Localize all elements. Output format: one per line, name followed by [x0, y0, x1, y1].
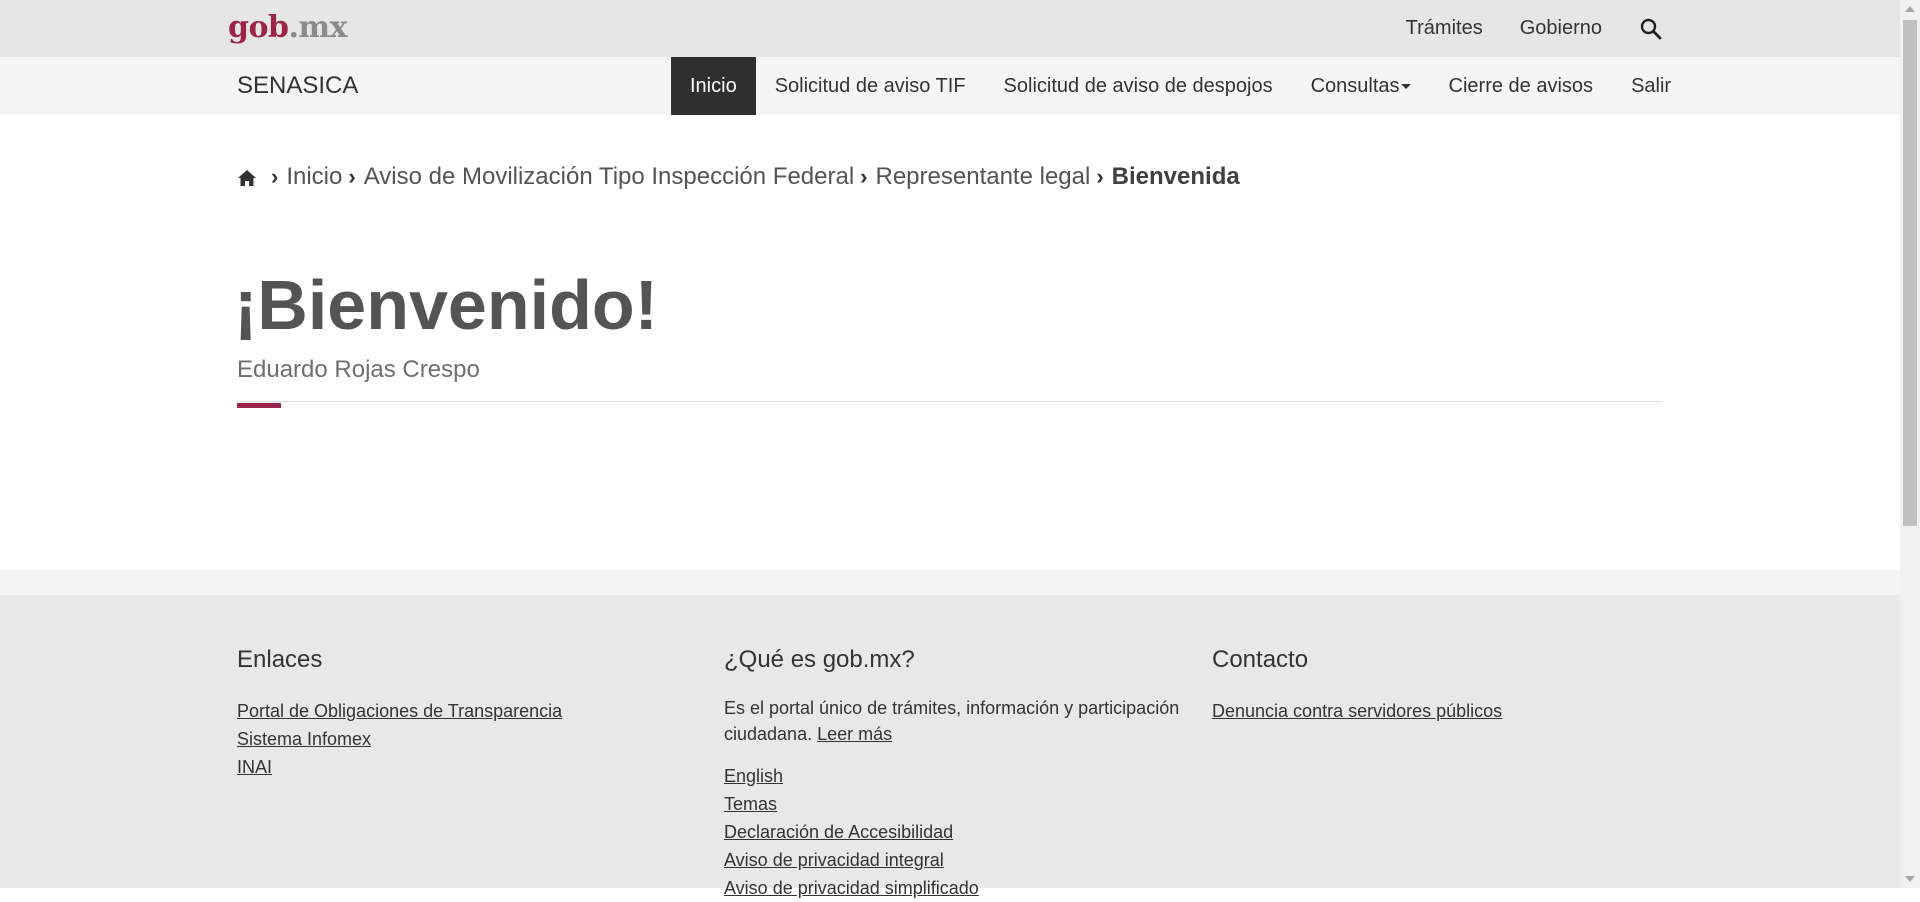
- logo-mx-text: .mx: [288, 10, 348, 45]
- footer-col-enlaces: Enlaces Portal de Obligaciones de Transp…: [237, 645, 562, 781]
- footer-col-contacto: Contacto Denuncia contra servidores públ…: [1212, 645, 1502, 725]
- app-brand[interactable]: SENASICA: [237, 57, 358, 115]
- nav-item-cierre-avisos[interactable]: Cierre de avisos: [1430, 57, 1613, 115]
- breadcrumb-item-aviso-movilizacion[interactable]: Aviso de Movilización Tipo Inspección Fe…: [364, 163, 854, 191]
- footer-col-que-es: ¿Qué es gob.mx? Es el portal único de tr…: [724, 645, 1184, 902]
- main-nav: Inicio Solicitud de aviso TIF Solicitud …: [671, 57, 1690, 115]
- footer-heading-contacto: Contacto: [1212, 646, 1309, 673]
- scrollbar[interactable]: [1900, 0, 1920, 888]
- footer-link-leer-mas[interactable]: Leer más: [817, 724, 892, 744]
- nav-item-inicio[interactable]: Inicio: [671, 57, 756, 115]
- page-title: ¡Bienvenido!: [234, 266, 658, 344]
- footer-link-transparencia[interactable]: Portal de Obligaciones de Transparencia: [237, 697, 562, 725]
- divider: [237, 401, 1662, 402]
- footer-link-accesibilidad[interactable]: Declaración de Accesibilidad: [724, 818, 1184, 846]
- footer-description: Es el portal único de trámites, informac…: [724, 697, 1184, 748]
- footer-link-infomex[interactable]: Sistema Infomex: [237, 725, 562, 753]
- breadcrumb-item-representante-legal[interactable]: Representante legal: [876, 163, 1091, 191]
- footer-link-denuncia[interactable]: Denuncia contra servidores públicos: [1212, 697, 1502, 725]
- footer-link-privacidad-simplificado[interactable]: Aviso de privacidad simplificado: [724, 874, 1184, 902]
- footer: Enlaces Portal de Obligaciones de Transp…: [0, 595, 1900, 898]
- gob-mx-logo[interactable]: gob.mx: [228, 8, 348, 48]
- chevron-right-icon: ›: [271, 164, 279, 189]
- footer-link-english[interactable]: English: [724, 762, 1184, 790]
- footer-description-text: Es el portal único de trámites, informac…: [724, 698, 1180, 744]
- home-icon[interactable]: [237, 167, 257, 187]
- gov-links: Trámites Gobierno: [1369, 0, 1663, 57]
- breadcrumb-item-inicio[interactable]: Inicio: [286, 163, 342, 191]
- caret-down-icon: [1400, 84, 1411, 90]
- chevron-right-icon: ›: [348, 164, 356, 189]
- nav-item-salir[interactable]: Salir: [1612, 57, 1690, 115]
- user-name: Eduardo Rojas Crespo: [237, 356, 480, 383]
- divider-accent: [237, 403, 281, 408]
- nav-item-consultas[interactable]: Consultas: [1292, 57, 1430, 115]
- nav-item-consultas-label: Consultas: [1310, 75, 1400, 97]
- chevron-right-icon: ›: [860, 164, 868, 189]
- scroll-up-icon[interactable]: [1905, 6, 1915, 12]
- gov-link-tramites[interactable]: Trámites: [1406, 17, 1483, 40]
- app-nav-bar: SENASICA Inicio Solicitud de aviso TIF S…: [0, 57, 1900, 115]
- gov-link-gobierno[interactable]: Gobierno: [1520, 17, 1602, 40]
- footer-link-inai[interactable]: INAI: [237, 753, 562, 781]
- footer-link-temas[interactable]: Temas: [724, 790, 1184, 818]
- gov-top-bar: gob.mx Trámites Gobierno: [0, 0, 1900, 57]
- footer-heading-enlaces: Enlaces: [237, 646, 323, 673]
- chevron-right-icon: ›: [1096, 164, 1104, 189]
- footer-link-privacidad-integral[interactable]: Aviso de privacidad integral: [724, 846, 1184, 874]
- search-icon[interactable]: [1639, 17, 1663, 41]
- logo-gob-text: gob: [228, 10, 289, 45]
- nav-item-solicitud-aviso-despojos[interactable]: Solicitud de aviso de despojos: [985, 57, 1292, 115]
- breadcrumb-current: Bienvenida: [1111, 163, 1240, 190]
- breadcrumb: › Inicio › Aviso de Movilización Tipo In…: [237, 157, 1240, 197]
- footer-heading-que-es: ¿Qué es gob.mx?: [724, 646, 915, 673]
- scroll-down-icon[interactable]: [1905, 876, 1915, 882]
- nav-item-solicitud-aviso-tif[interactable]: Solicitud de aviso TIF: [756, 57, 985, 115]
- footer-top-band: [0, 570, 1900, 595]
- scrollbar-thumb[interactable]: [1903, 20, 1917, 526]
